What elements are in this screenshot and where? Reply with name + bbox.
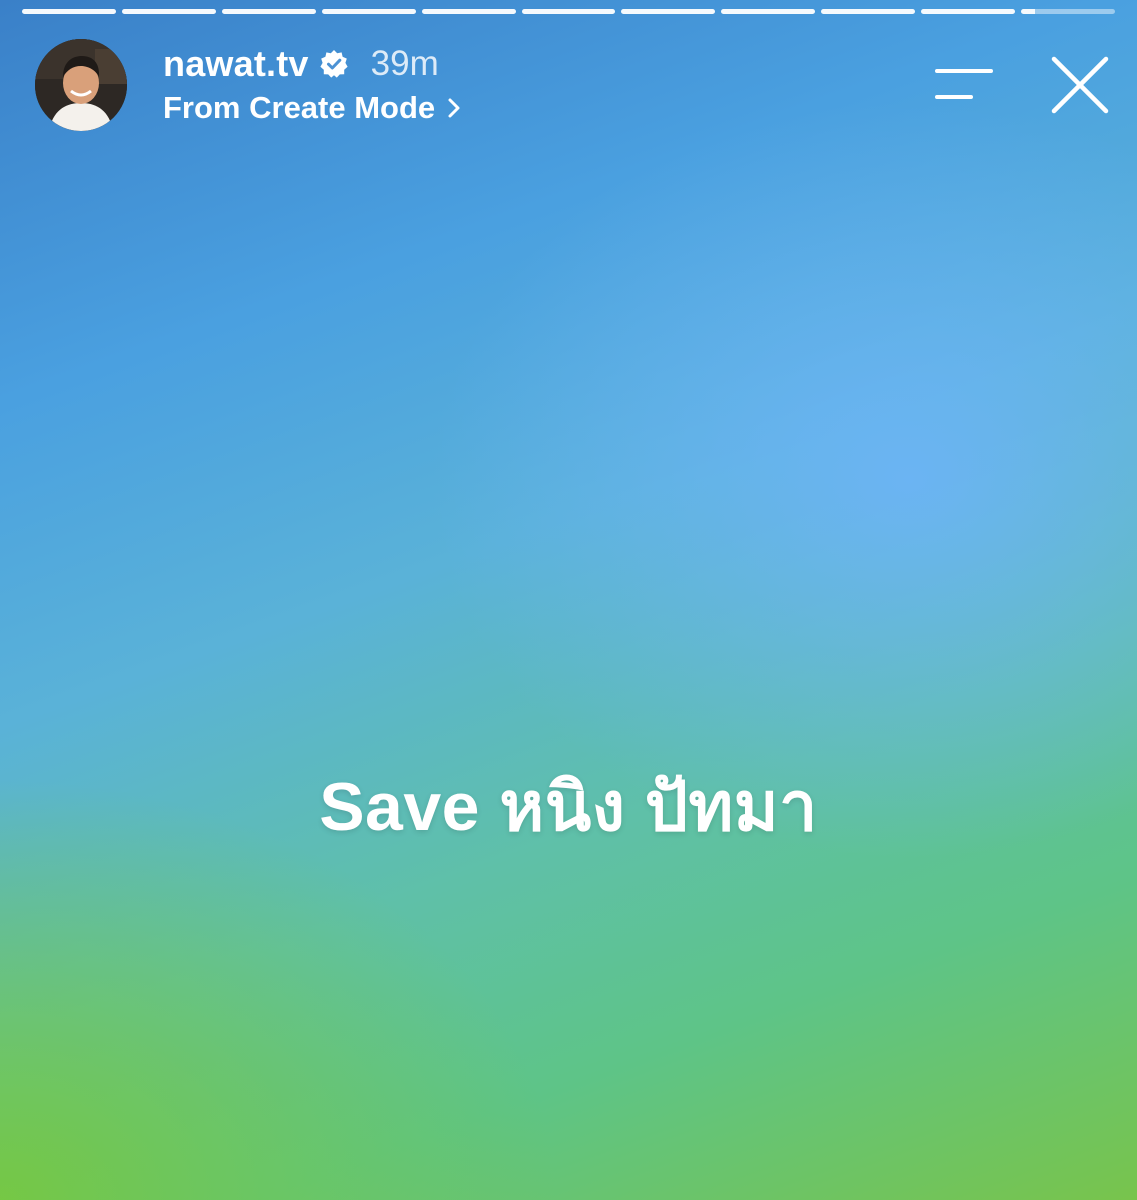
username[interactable]: nawat.tv bbox=[163, 43, 309, 85]
create-mode-label: From Create Mode bbox=[163, 90, 436, 125]
story-header: nawat.tv 39m From Create Mode bbox=[35, 38, 1109, 134]
progress-segment bbox=[421, 9, 516, 14]
progress-segment bbox=[621, 9, 716, 14]
story-progress-bar bbox=[22, 9, 1115, 14]
menu-icon bbox=[935, 69, 993, 99]
progress-segment bbox=[821, 9, 916, 14]
create-mode-link[interactable]: From Create Mode bbox=[163, 90, 461, 126]
progress-segment bbox=[221, 9, 316, 14]
avatar[interactable] bbox=[35, 39, 127, 131]
verified-badge-icon bbox=[319, 49, 349, 79]
menu-button[interactable] bbox=[935, 68, 993, 102]
progress-segment bbox=[521, 9, 616, 14]
progress-segment bbox=[22, 9, 116, 14]
post-time: 39m bbox=[370, 44, 439, 83]
story-caption: Save หนิง ปัทมา bbox=[319, 769, 818, 845]
close-button[interactable] bbox=[1051, 56, 1109, 114]
progress-segment bbox=[721, 9, 816, 14]
progress-segment bbox=[921, 9, 1016, 14]
close-icon bbox=[1051, 56, 1109, 114]
story-viewer[interactable]: nawat.tv 39m From Create Mode Save หนิง … bbox=[0, 0, 1137, 1200]
story-meta: nawat.tv 39m From Create Mode bbox=[163, 42, 461, 126]
progress-segment bbox=[321, 9, 416, 14]
progress-segment-current bbox=[1021, 9, 1115, 14]
avatar-photo bbox=[35, 39, 127, 131]
chevron-right-icon bbox=[448, 98, 460, 118]
progress-segment bbox=[121, 9, 216, 14]
